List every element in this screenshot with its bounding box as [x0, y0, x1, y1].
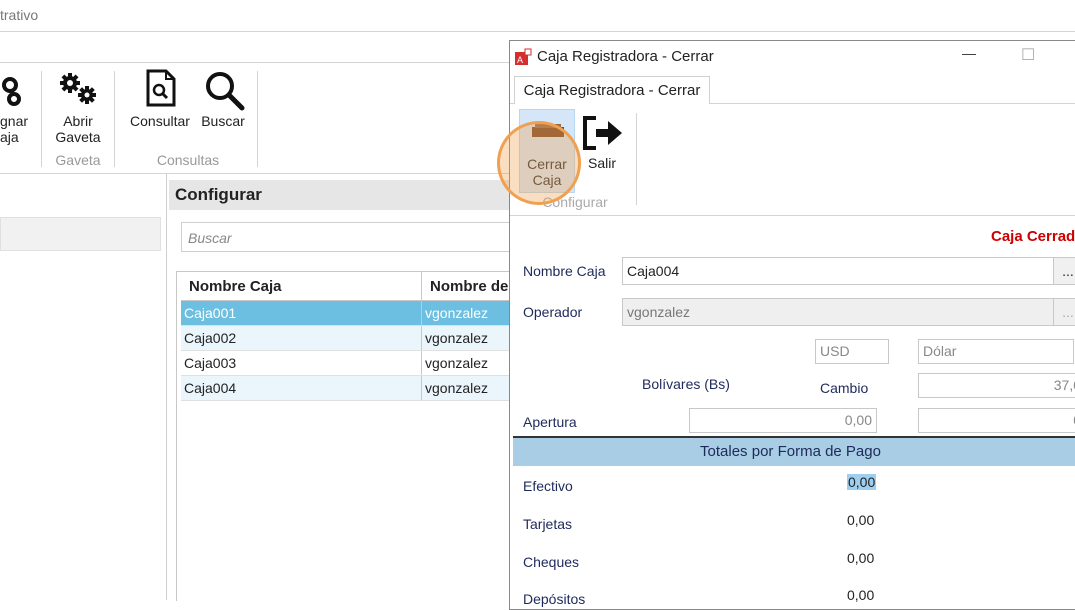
totales-header: Totales por Forma de Pago — [513, 436, 1075, 466]
nombre-caja-label: Nombre Caja — [523, 263, 606, 279]
ribbon-separator — [41, 71, 42, 167]
minimize-button[interactable]: — — [962, 45, 976, 61]
document-search-icon — [146, 69, 176, 107]
abrir-gaveta-label-1: Abrir — [63, 113, 93, 129]
click-highlight — [497, 121, 581, 205]
tab-caja-cerrar[interactable]: Caja Registradora - Cerrar — [514, 76, 710, 104]
abrir-gaveta-button[interactable]: Abrir Gaveta — [48, 113, 108, 145]
search-input[interactable]: Buscar — [181, 222, 510, 252]
depositos-label: Depósitos — [523, 591, 586, 607]
cell-caja: Caja001 — [181, 300, 422, 326]
left-pane-splitter[interactable] — [166, 174, 167, 600]
cell-user: vgonzalez — [421, 375, 511, 401]
apertura-label: Apertura — [523, 414, 577, 430]
asignar-caja-label-2: aja — [0, 129, 19, 145]
cheques-value[interactable]: 0,00 — [847, 550, 874, 566]
nombre-caja-field[interactable]: Caja004 — [622, 257, 1054, 285]
cell-user: vgonzalez — [421, 325, 511, 351]
status-text: Caja Cerrad — [991, 228, 1075, 245]
group-gaveta-label: Gaveta — [55, 152, 101, 168]
cambio-label: Cambio — [820, 380, 869, 396]
app-title: trativo — [0, 7, 39, 23]
abrir-gaveta-label-2: Gaveta — [55, 129, 101, 145]
cell-user: vgonzalez — [421, 350, 511, 376]
table-row[interactable]: Caja004 vgonzalez — [181, 375, 511, 401]
nombre-caja-browse-button[interactable]: ... — [1053, 257, 1075, 285]
gears-icon — [60, 73, 96, 104]
exit-icon — [583, 116, 622, 150]
left-pane-item[interactable] — [0, 217, 161, 251]
currency-name-field[interactable]: Dólar — [918, 339, 1074, 364]
bolivares-label: Bolívares (Bs) — [642, 376, 730, 392]
title-divider — [0, 31, 1075, 32]
group-consultas-label: Consultas — [156, 152, 220, 168]
cell-caja: Caja002 — [181, 325, 422, 351]
depositos-value[interactable]: 0,00 — [847, 587, 874, 603]
app-icon: A — [515, 48, 532, 65]
cambio-field[interactable]: 37,0 — [918, 373, 1075, 398]
ribbon-separator — [636, 113, 637, 205]
dialog-title: Caja Registradora - Cerrar — [537, 48, 714, 65]
efectivo-value[interactable]: 0,00 — [847, 474, 877, 490]
table-row[interactable]: Caja002 vgonzalez — [181, 325, 511, 351]
panel-title: Configurar — [169, 180, 515, 210]
search-icon — [206, 72, 245, 111]
consultar-button[interactable]: Consultar — [124, 113, 196, 129]
salir-button[interactable]: Salir — [582, 155, 622, 171]
table-row[interactable]: Caja003 vgonzalez — [181, 350, 511, 376]
apertura-field[interactable]: 0,00 — [689, 408, 877, 433]
tarjetas-value[interactable]: 0,00 — [847, 512, 874, 528]
ribbon: gnar aja Abrir Gaveta Gaveta Consultar B… — [0, 63, 510, 173]
operador-field[interactable]: vgonzalez — [622, 298, 1054, 326]
buscar-button[interactable]: Buscar — [196, 113, 250, 129]
asignar-caja-button[interactable]: gnar aja — [0, 113, 30, 145]
column-header-nombre-caja[interactable]: Nombre Caja — [181, 272, 422, 301]
cheques-label: Cheques — [523, 554, 580, 570]
tarjetas-label: Tarjetas — [523, 516, 573, 532]
gears-icon — [2, 77, 21, 106]
caja-table: Nombre Caja Nombre de Caja001 vgonzalez … — [176, 271, 511, 601]
cell-user: vgonzalez — [421, 300, 511, 326]
efectivo-label: Efectivo — [523, 478, 573, 494]
table-row[interactable]: Caja001 vgonzalez — [181, 300, 511, 326]
asignar-caja-label-1: gnar — [0, 113, 29, 129]
column-header-nombre-de[interactable]: Nombre de — [421, 272, 511, 301]
operador-browse-button[interactable]: ... — [1053, 298, 1075, 326]
operador-label: Operador — [523, 304, 583, 320]
cell-caja: Caja003 — [181, 350, 422, 376]
cell-caja: Caja004 — [181, 375, 422, 401]
ribbon-separator — [114, 71, 115, 167]
caja-cerrar-dialog: A Caja Registradora - Cerrar — ☐ Caja Re… — [509, 40, 1075, 610]
currency-code-field[interactable]: USD — [815, 339, 889, 364]
dialog-ribbon-divider — [510, 215, 1075, 216]
ribbon-separator — [257, 71, 258, 167]
apertura-usd-field[interactable]: 0 — [918, 408, 1075, 433]
ribbon-bottom-divider — [0, 173, 510, 174]
maximize-button[interactable]: ☐ — [1021, 45, 1035, 65]
svg-text:A: A — [517, 55, 523, 65]
table-header: Nombre Caja Nombre de — [181, 272, 511, 301]
